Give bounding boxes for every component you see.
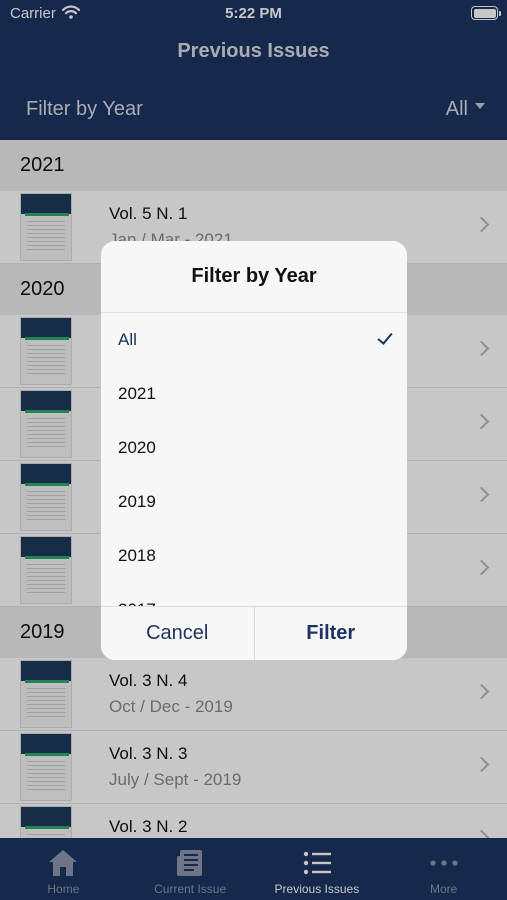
option-label: 2020 [118,438,156,457]
dialog-title: Filter by Year [101,241,407,313]
year-options-list[interactable]: All 2021 2020 2019 2018 2017 [101,313,407,606]
filter-button[interactable]: Filter [253,607,408,660]
option-2017[interactable]: 2017 [101,583,407,606]
option-2021[interactable]: 2021 [101,367,407,421]
cancel-button[interactable]: Cancel [101,607,254,660]
option-label: 2021 [118,384,156,403]
filter-dialog: Filter by Year All 2021 2020 2019 2018 2… [101,241,407,660]
dialog-actions: Cancel Filter [101,606,407,660]
option-label: 2019 [118,492,156,511]
option-2019[interactable]: 2019 [101,475,407,529]
option-all[interactable]: All [101,313,407,367]
option-label: 2018 [118,546,156,565]
option-label: All [118,330,137,349]
checkmark-icon [377,329,393,345]
option-2018[interactable]: 2018 [101,529,407,583]
option-2020[interactable]: 2020 [101,421,407,475]
